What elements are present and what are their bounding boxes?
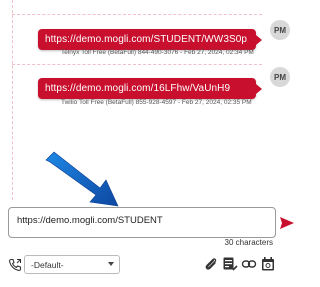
message-bubble[interactable]: https://demo.mogli.com/STUDENT/WW3S0p xyxy=(38,29,262,50)
message-meta: Telnyx Toll Free (BetaFull) 844-490-3076… xyxy=(61,49,254,56)
message-bubble[interactable]: https://demo.mogli.com/16LFhw/VaUnH9 xyxy=(38,78,262,99)
avatar: PM xyxy=(270,20,290,40)
phone-icon xyxy=(9,258,22,271)
divider xyxy=(12,64,262,65)
calendar-icon[interactable] xyxy=(260,256,276,272)
sender-select[interactable]: -Default- xyxy=(24,255,120,274)
message-text: https://demo.mogli.com/STUDENT/WW3S0p xyxy=(45,34,248,45)
character-count: 30 characters xyxy=(224,238,273,247)
link-icon[interactable] xyxy=(241,256,257,272)
message-input[interactable]: https://demo.mogli.com/STUDENT xyxy=(8,207,276,238)
annotation-arrow-icon xyxy=(45,151,119,207)
divider xyxy=(12,14,262,15)
chevron-down-icon xyxy=(108,262,114,266)
sender-select-value: -Default- xyxy=(31,260,64,270)
message-text: https://demo.mogli.com/16LFhw/VaUnH9 xyxy=(45,83,231,94)
avatar: PM xyxy=(270,67,290,87)
template-icon[interactable] xyxy=(222,256,238,272)
paperclip-icon[interactable] xyxy=(203,256,219,272)
send-icon[interactable] xyxy=(279,215,295,231)
divider xyxy=(12,0,13,200)
message-input-value: https://demo.mogli.com/STUDENT xyxy=(17,215,163,226)
message-meta: Twilio Toll Free (BetaFull) 855-928-4597… xyxy=(61,99,252,106)
